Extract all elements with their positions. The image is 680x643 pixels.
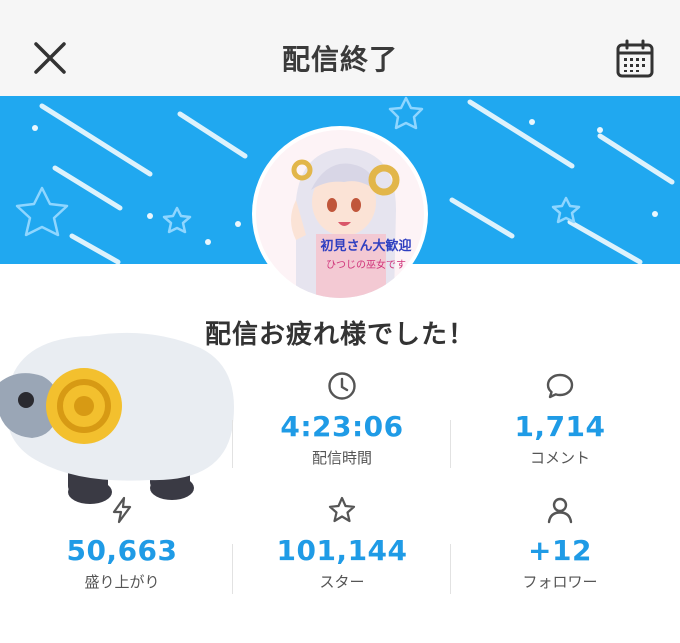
star-icon xyxy=(328,496,356,523)
avatar-banner-text: 初見さん大歓迎 xyxy=(320,238,411,254)
person-icon xyxy=(547,497,573,524)
calendar-icon xyxy=(616,39,654,78)
hype-value: 50,663 xyxy=(66,534,178,567)
followers-label: フォロワー xyxy=(522,573,598,591)
stat-comments: 1,714 コメント xyxy=(450,370,670,468)
page-title: 配信終了 xyxy=(281,43,398,76)
stars-value: 101,144 xyxy=(276,534,408,567)
avatar-sub-text: ひつじの巫女です xyxy=(326,258,406,271)
stat-hype: 50,663 盛り上がり xyxy=(12,494,232,592)
stat-stars: 101,144 スター xyxy=(232,494,452,592)
duration-label: 配信時間 xyxy=(311,449,372,467)
stat-divider xyxy=(450,420,451,468)
stat-divider xyxy=(232,544,233,594)
speech-bubble-icon xyxy=(546,373,574,399)
duration-value: 4:23:06 xyxy=(280,410,404,443)
comments-label: コメント xyxy=(529,449,590,467)
avatar-illustration: 初見さん大歓迎 ひつじの巫女です xyxy=(256,130,424,298)
followers-value: +12 xyxy=(528,534,592,567)
comments-value: 1,714 xyxy=(514,410,606,443)
sheep-mascot-sticker xyxy=(0,332,234,504)
clock-icon xyxy=(328,372,356,400)
hype-label: 盛り上がり xyxy=(84,573,160,591)
header-bar: 配信終了 xyxy=(0,0,680,96)
calendar-button[interactable] xyxy=(608,32,662,86)
stars-label: スター xyxy=(319,573,365,591)
lightning-icon xyxy=(112,496,132,524)
stat-divider xyxy=(232,420,233,468)
stat-divider xyxy=(450,544,451,594)
streamer-avatar[interactable]: 初見さん大歓迎 ひつじの巫女です xyxy=(256,130,424,298)
stat-followers: +12 フォロワー xyxy=(450,494,670,592)
stat-duration: 4:23:06 配信時間 xyxy=(232,370,452,468)
